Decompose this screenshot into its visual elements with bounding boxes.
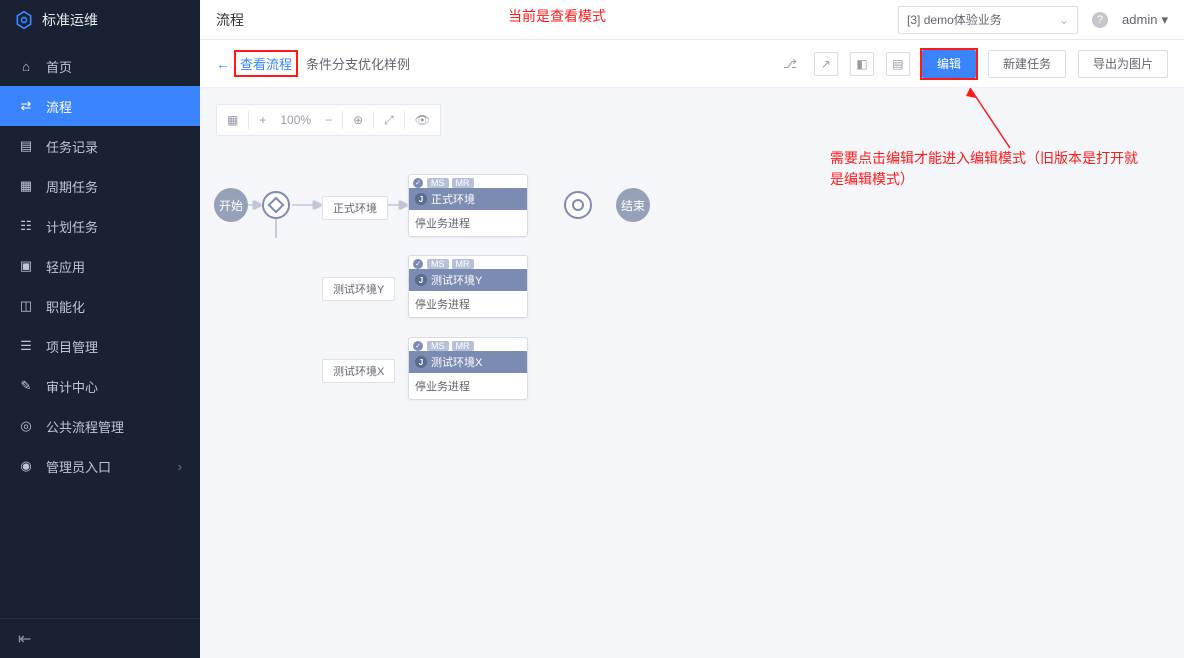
collapse-icon: ⇤ <box>18 629 31 649</box>
tool-icon-3[interactable]: ▤ <box>886 52 910 76</box>
sidebar-item-flow[interactable]: ⇄流程 <box>0 86 200 126</box>
eye-icon[interactable]: 👁 <box>411 113 434 127</box>
edit-button[interactable]: 编辑 <box>922 50 976 78</box>
public-icon: ◎ <box>18 418 34 434</box>
apps-icon: ▣ <box>18 258 34 274</box>
tool-icon-1[interactable]: ↗ <box>814 52 838 76</box>
task-icon: ▤ <box>18 138 34 154</box>
help-icon[interactable]: ? <box>1092 12 1108 28</box>
zoom-in-icon[interactable]: + <box>255 113 270 127</box>
flow-diagram: 开始 正式环境 测试环境Y 测试环境X ✓ MSMR J正式环境 停业务进程 ✓… <box>200 88 1184 658</box>
sidebar-header: 标准运维 <box>0 0 200 40</box>
sidebar-item-public-flow[interactable]: ◎公共流程管理 <box>0 406 200 446</box>
chevron-down-icon: ⌄ <box>1059 13 1069 27</box>
layout-icon[interactable]: ▦ <box>223 113 242 127</box>
sidebar-item-project[interactable]: ☰项目管理 <box>0 326 200 366</box>
schedule-icon: ☷ <box>18 218 34 234</box>
chevron-right-icon: › <box>178 459 182 474</box>
sidebar-item-schedule[interactable]: ☷计划任务 <box>0 206 200 246</box>
task-node-3[interactable]: ✓ MSMR J测试环境X 停业务进程 <box>408 337 528 400</box>
tool-icon-2[interactable]: ◧ <box>850 52 874 76</box>
breadcrumb: 查看流程 条件分支优化样例 <box>234 50 410 77</box>
calendar-icon: ▦ <box>18 178 34 194</box>
task-node-2[interactable]: ✓ MSMR J测试环境Y 停业务进程 <box>408 255 528 318</box>
app-name: 标准运维 <box>42 10 98 30</box>
globe-icon[interactable]: ⊕ <box>349 113 367 127</box>
zoom-level: 100% <box>276 113 315 127</box>
business-select[interactable]: [3] demo体验业务 ⌄ <box>898 6 1078 34</box>
branch-label-1[interactable]: 正式环境 <box>322 196 388 220</box>
sidebar-item-apps[interactable]: ▣轻应用 <box>0 246 200 286</box>
main: 流程 当前是查看模式 [3] demo体验业务 ⌄ ? admin ▾ ← 查看… <box>200 0 1184 658</box>
audit-icon: ✎ <box>18 378 34 394</box>
role-icon: ◫ <box>18 298 34 314</box>
topbar: 流程 当前是查看模式 [3] demo体验业务 ⌄ ? admin ▾ <box>200 0 1184 40</box>
fullscreen-icon[interactable]: ⤢ <box>380 113 398 128</box>
user-menu[interactable]: admin ▾ <box>1122 12 1168 28</box>
task-node-1[interactable]: ✓ MSMR J正式环境 停业务进程 <box>408 174 528 237</box>
crumb-flow-title: 条件分支优化样例 <box>306 54 410 73</box>
sidebar-nav: ⌂首页 ⇄流程 ▤任务记录 ▦周期任务 ☷计划任务 ▣轻应用 ◫职能化 ☰项目管… <box>0 40 200 618</box>
page-title: 流程 <box>216 10 244 30</box>
actionbar: ← 查看流程 条件分支优化样例 ⎇ ↗ ◧ ▤ 编辑 新建任务 导出为图片 <box>200 40 1184 88</box>
sidebar-item-role[interactable]: ◫职能化 <box>0 286 200 326</box>
sidebar-item-task-record[interactable]: ▤任务记录 <box>0 126 200 166</box>
sidebar: 标准运维 ⌂首页 ⇄流程 ▤任务记录 ▦周期任务 ☷计划任务 ▣轻应用 ◫职能化… <box>0 0 200 658</box>
crumb-view-mode: 查看流程 <box>234 50 298 77</box>
logo-icon <box>14 10 34 30</box>
new-task-button[interactable]: 新建任务 <box>988 50 1066 78</box>
home-icon: ⌂ <box>18 58 34 74</box>
branch-icon[interactable]: ⎇ <box>778 52 802 76</box>
sidebar-item-periodic[interactable]: ▦周期任务 <box>0 166 200 206</box>
branch-label-3[interactable]: 测试环境X <box>322 359 395 383</box>
branch-label-2[interactable]: 测试环境Y <box>322 277 395 301</box>
start-node[interactable]: 开始 <box>214 188 248 222</box>
sidebar-item-audit[interactable]: ✎审计中心 <box>0 366 200 406</box>
caret-down-icon: ▾ <box>1161 12 1168 28</box>
sidebar-item-home[interactable]: ⌂首页 <box>0 46 200 86</box>
sidebar-item-admin[interactable]: ◉管理员入口› <box>0 446 200 486</box>
sidebar-collapse[interactable]: ⇤ <box>0 618 200 658</box>
end-node[interactable]: 结束 <box>616 188 650 222</box>
flow-icon: ⇄ <box>18 98 34 114</box>
zoom-out-icon[interactable]: − <box>321 113 336 127</box>
canvas-toolbar: ▦ + 100% − ⊕ ⤢ 👁 <box>216 104 441 136</box>
canvas[interactable]: ▦ + 100% − ⊕ ⤢ 👁 需要点击编辑才能进入编辑模式（旧版本是打开就是… <box>200 88 1184 658</box>
export-img-button[interactable]: 导出为图片 <box>1078 50 1168 78</box>
annotation-view-mode: 当前是查看模式 <box>508 6 606 26</box>
merge-gateway[interactable] <box>564 191 592 219</box>
branch-gateway[interactable] <box>262 191 290 219</box>
back-button[interactable]: ← <box>216 56 234 72</box>
admin-icon: ◉ <box>18 458 34 474</box>
project-icon: ☰ <box>18 338 34 354</box>
